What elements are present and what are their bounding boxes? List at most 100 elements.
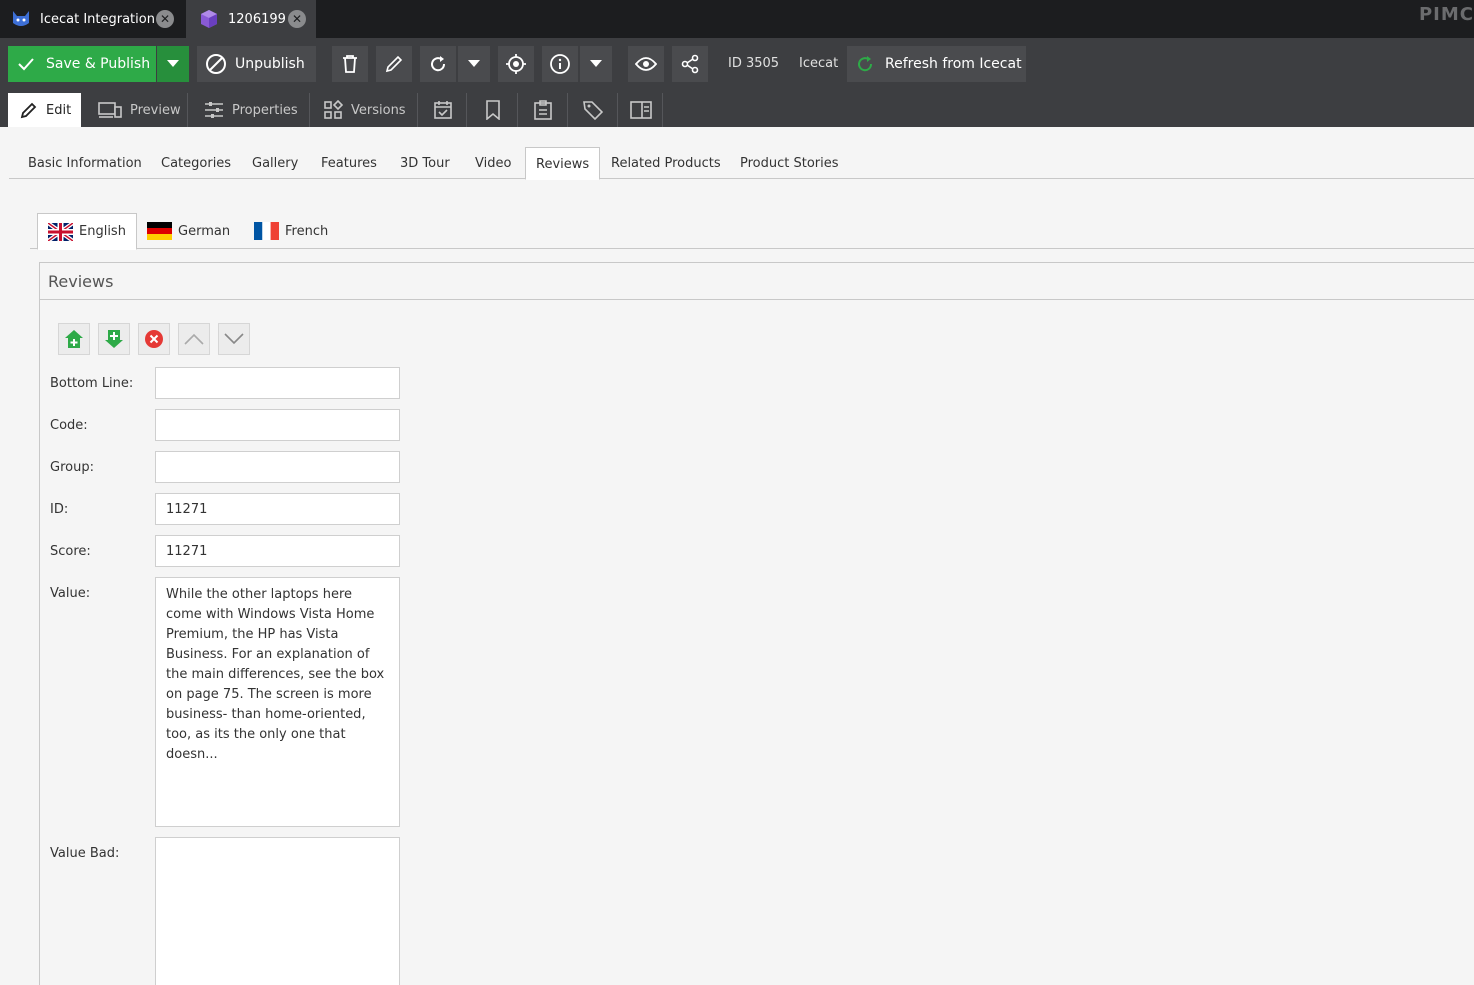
tab-language-english[interactable]: English [37, 213, 137, 250]
chevron-up-icon [184, 333, 204, 345]
value-bad-label: Value Bad: [50, 846, 120, 861]
tab-language-german[interactable]: German [147, 213, 230, 249]
tab-schedule[interactable] [419, 93, 467, 127]
language-label: French [285, 223, 329, 239]
language-tabs: English German French [30, 213, 1474, 250]
chevron-down-icon [590, 60, 602, 67]
germany-flag-icon [147, 222, 172, 240]
tab-versions[interactable]: Versions [311, 93, 418, 127]
remove-button[interactable] [138, 323, 170, 355]
tab-bookmark[interactable] [468, 93, 518, 127]
tab-workflow[interactable] [619, 93, 663, 127]
tab-label: Versions [351, 102, 406, 118]
save-options-dropdown[interactable] [157, 46, 189, 82]
tab-preview[interactable]: Preview [82, 93, 188, 127]
group-input[interactable] [155, 451, 400, 483]
tab-related-products[interactable]: Related Products [611, 147, 721, 179]
language-label: English [79, 224, 126, 239]
tab-video[interactable]: Video [475, 147, 511, 179]
pencil-icon [20, 102, 37, 119]
info-button[interactable] [542, 46, 578, 82]
add-before-button[interactable] [58, 323, 90, 355]
trash-icon [343, 55, 357, 73]
value-textarea[interactable]: While the other laptops here come with W… [155, 577, 400, 827]
tab-product-stories[interactable]: Product Stories [740, 147, 839, 179]
layout-tabs: Basic Information Categories Gallery Fea… [9, 147, 1474, 180]
remove-icon [145, 330, 163, 348]
chevron-down-icon [468, 60, 480, 67]
tab-basic-information[interactable]: Basic Information [28, 147, 142, 179]
refresh-icon [431, 56, 446, 72]
ban-icon [206, 54, 226, 74]
check-icon [18, 58, 34, 71]
france-flag-icon [254, 222, 279, 240]
panel-title: Reviews [40, 263, 1474, 300]
info-options-dropdown[interactable] [580, 46, 612, 82]
code-label: Code: [50, 418, 88, 433]
add-below-icon [105, 330, 123, 348]
pencil-icon [385, 55, 403, 73]
source-label: Icecat [799, 56, 839, 71]
code-input[interactable] [155, 409, 400, 441]
save-publish-label: Save & Publish [46, 56, 151, 72]
refresh-from-icecat-button[interactable]: Refresh from Icecat [847, 46, 1026, 82]
uk-flag-icon [46, 220, 75, 243]
cat-icon [10, 8, 32, 30]
score-input[interactable]: 11271 [155, 535, 400, 567]
delete-button[interactable] [332, 46, 368, 82]
group-label: Group: [50, 460, 94, 475]
tab-label: Properties [232, 102, 298, 118]
refresh-label: Refresh from Icecat [885, 56, 1022, 72]
object-toolbar: Save & Publish Unpublish ID 3505 Icecat … [0, 38, 1474, 90]
unpublish-button[interactable]: Unpublish [197, 46, 316, 82]
tab-categories[interactable]: Categories [161, 147, 231, 179]
id-label: ID: [50, 502, 69, 517]
move-up-button[interactable] [178, 323, 210, 355]
share-button[interactable] [672, 46, 708, 82]
tab-label: Preview [130, 102, 181, 118]
tab-features[interactable]: Features [321, 147, 377, 179]
add-above-icon [65, 330, 83, 348]
close-icon[interactable]: ✕ [156, 10, 174, 28]
window-tab-label: 1206199 [228, 11, 286, 27]
window-tab-icecat-integration[interactable]: Icecat Integration ✕ [0, 0, 184, 38]
tab-reviews[interactable]: Reviews [525, 147, 601, 180]
chevron-down-icon [224, 333, 244, 345]
id-input[interactable]: 11271 [155, 493, 400, 525]
locate-button[interactable] [498, 46, 534, 82]
reload-options-dropdown[interactable] [458, 46, 490, 82]
close-icon[interactable]: ✕ [288, 10, 306, 28]
tab-language-french[interactable]: French [254, 213, 328, 249]
versions-icon [324, 100, 343, 119]
bottom-line-label: Bottom Line: [50, 376, 134, 391]
object-id-label: ID 3505 [728, 56, 780, 71]
tab-label: Edit [46, 102, 72, 118]
reload-button[interactable] [420, 46, 456, 82]
preview-button[interactable] [628, 46, 664, 82]
window-tab-strip: Icecat Integration ✕ 1206199 ✕ PIMC [0, 0, 1474, 38]
value-bad-textarea[interactable] [155, 837, 400, 985]
window-tab-label: Icecat Integration [40, 11, 155, 27]
save-publish-button[interactable]: Save & Publish [8, 46, 156, 82]
chevron-down-icon [167, 60, 179, 67]
info-icon [550, 54, 570, 74]
value-label: Value: [50, 586, 91, 601]
bottom-line-input[interactable] [155, 367, 400, 399]
tab-properties[interactable]: Properties [189, 93, 310, 127]
move-down-button[interactable] [218, 323, 250, 355]
cube-icon [198, 8, 220, 30]
tab-tags[interactable] [569, 93, 618, 127]
tab-edit[interactable]: Edit [8, 93, 81, 127]
add-after-button[interactable] [98, 323, 130, 355]
clipboard-list-icon [534, 100, 552, 120]
editor-content: Basic Information Categories Gallery Fea… [0, 127, 1474, 985]
tab-3d-tour[interactable]: 3D Tour [400, 147, 450, 179]
brand-logo: PIMC [1418, 4, 1474, 25]
rename-button[interactable] [376, 46, 412, 82]
sliders-icon [205, 102, 223, 118]
language-label: German [178, 223, 231, 239]
window-tab-object[interactable]: 1206199 ✕ [186, 0, 316, 38]
tab-gallery[interactable]: Gallery [252, 147, 298, 179]
editor-tabs: Edit Preview Properties Versions [0, 90, 1474, 127]
tab-notes[interactable] [519, 93, 568, 127]
